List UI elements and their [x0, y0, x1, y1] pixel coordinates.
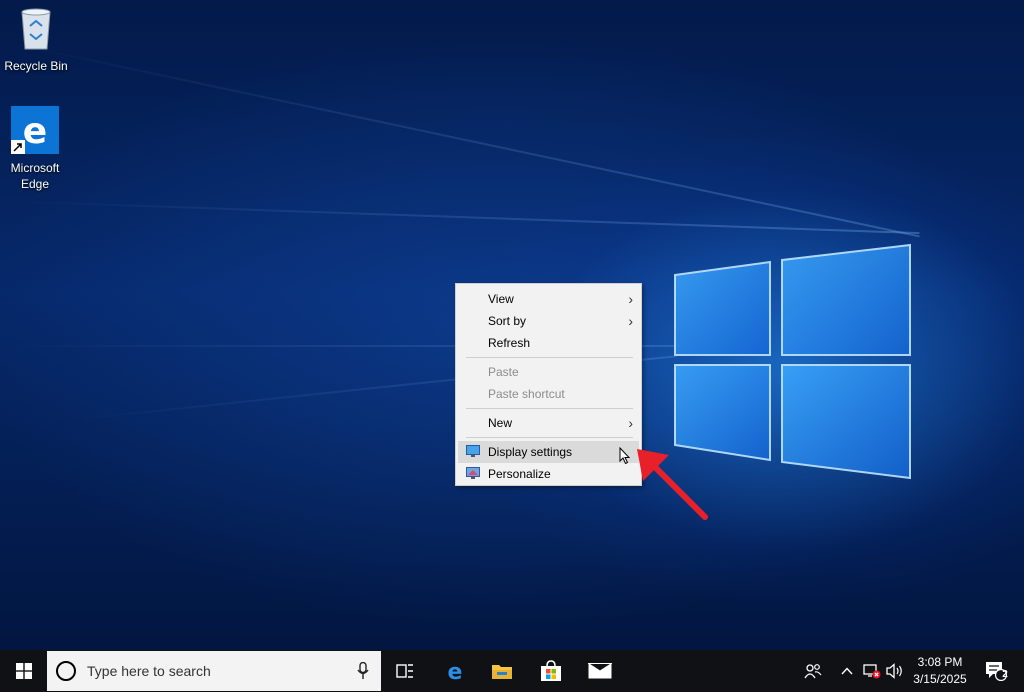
cortana-icon	[56, 661, 76, 681]
edge-icon: e	[11, 106, 59, 154]
taskbar-clock[interactable]: 3:08 PM 3/15/2025	[908, 654, 972, 688]
desktop[interactable]: Recycle Bin e Microsoft Edge View › Sort…	[0, 0, 1024, 650]
menu-item-paste: Paste	[456, 361, 641, 383]
desktop-icon-microsoft-edge[interactable]: e Microsoft Edge	[0, 106, 70, 192]
chevron-right-icon: ›	[628, 313, 633, 329]
display-settings-icon	[466, 445, 480, 457]
people-button[interactable]	[800, 650, 826, 692]
store-icon	[541, 660, 561, 681]
light-beam	[0, 40, 920, 238]
mouse-cursor-icon	[619, 447, 631, 465]
menu-item-sort-by[interactable]: Sort by ›	[456, 310, 641, 332]
taskbar: Type here to search e 3:08 PM 3/15/2025 …	[0, 650, 1024, 692]
menu-item-paste-shortcut: Paste shortcut	[456, 383, 641, 405]
clock-date: 3/15/2025	[913, 672, 967, 686]
menu-item-label: View	[488, 292, 514, 306]
mail-icon	[588, 663, 612, 679]
action-center-button[interactable]: 2	[978, 650, 1014, 692]
microphone-icon[interactable]	[357, 662, 369, 680]
file-explorer-icon	[492, 665, 512, 679]
taskbar-search-box[interactable]: Type here to search	[47, 651, 381, 691]
menu-item-label: Personalize	[488, 467, 551, 481]
volume-button[interactable]	[884, 650, 906, 692]
annotation-arrow-icon	[637, 449, 708, 520]
volume-icon	[886, 663, 902, 679]
recycle-bin-icon	[21, 8, 51, 50]
svg-text:e: e	[448, 660, 463, 682]
chevron-right-icon: ›	[628, 415, 633, 431]
start-button[interactable]	[0, 650, 47, 692]
desktop-context-menu: View › Sort by › Refresh Paste Paste sho…	[455, 283, 642, 486]
label-line2: Edge	[20, 177, 50, 191]
label-line1: Microsoft	[10, 161, 60, 175]
menu-item-refresh[interactable]: Refresh	[456, 332, 641, 354]
menu-item-label: New	[488, 416, 513, 430]
windows-start-icon	[15, 663, 32, 679]
desktop-icon-label: Recycle Bin	[4, 59, 68, 73]
menu-item-label: Sort by	[488, 314, 527, 328]
taskbar-edge-button[interactable]: e	[433, 650, 477, 692]
desktop-icon-recycle-bin[interactable]: Recycle Bin	[1, 4, 71, 74]
menu-item-label: Paste	[488, 365, 519, 379]
network-disconnected-icon	[863, 664, 881, 679]
taskbar-mail-button[interactable]	[578, 650, 622, 692]
taskbar-store-button[interactable]	[529, 650, 573, 692]
menu-separator	[466, 437, 633, 438]
menu-item-personalize[interactable]: Personalize	[456, 463, 641, 485]
menu-item-display-settings[interactable]: Display settings	[458, 441, 639, 463]
menu-item-label: Refresh	[488, 336, 531, 350]
task-view-icon	[396, 664, 413, 678]
chevron-right-icon: ›	[628, 291, 633, 307]
windows-logo-wallpaper	[674, 243, 911, 480]
menu-item-view[interactable]: View ›	[456, 288, 641, 310]
svg-text:e: e	[23, 111, 47, 152]
menu-item-new[interactable]: New ›	[456, 412, 641, 434]
menu-separator	[466, 357, 633, 358]
menu-item-label: Display settings	[488, 445, 573, 459]
clock-time: 3:08 PM	[917, 655, 963, 669]
task-view-button[interactable]	[385, 650, 425, 692]
search-placeholder: Type here to search	[87, 663, 211, 679]
menu-item-label: Paste shortcut	[488, 387, 565, 401]
people-icon	[804, 664, 822, 679]
menu-separator	[466, 408, 633, 409]
chevron-up-icon	[841, 667, 853, 675]
desktop-icon-label: Microsoft Edge	[0, 160, 70, 192]
personalize-icon	[466, 467, 480, 479]
taskbar-file-explorer-button[interactable]	[480, 650, 524, 692]
network-status-button[interactable]	[860, 650, 884, 692]
edge-icon: e	[448, 660, 463, 682]
show-hidden-icons-button[interactable]	[838, 650, 856, 692]
notification-count-badge: 2	[1002, 669, 1008, 680]
